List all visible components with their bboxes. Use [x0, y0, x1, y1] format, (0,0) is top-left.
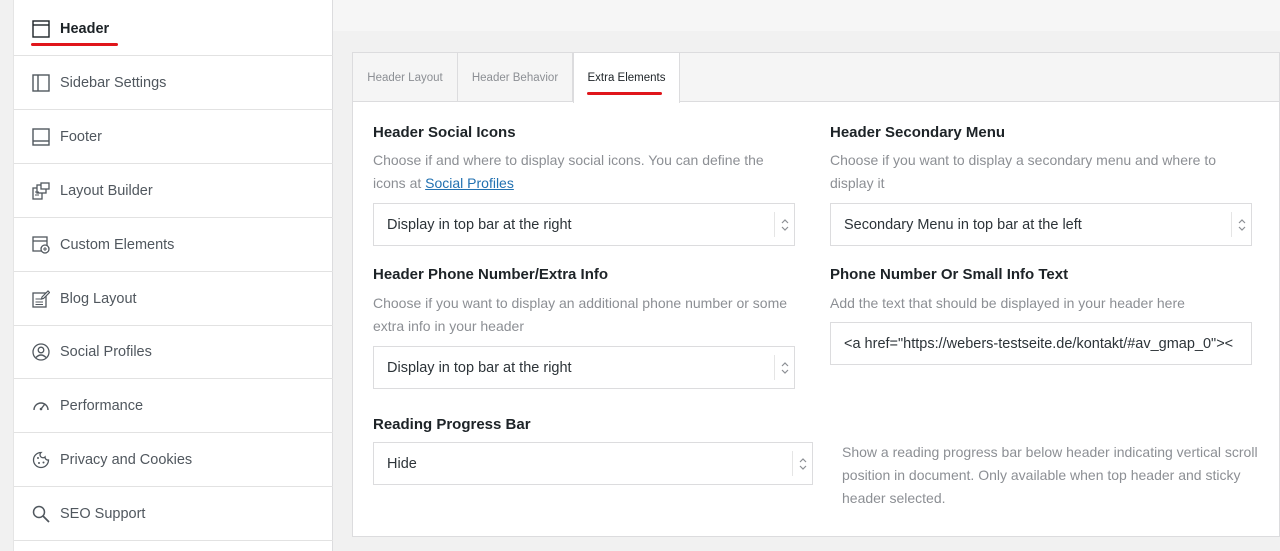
sidebar-item-sidebar-settings[interactable]: Sidebar Settings [14, 57, 333, 110]
progress-bar-description: Show a reading progress bar below header… [842, 444, 1258, 506]
custom-elements-icon [31, 235, 51, 255]
secondary-menu-select[interactable]: Secondary Menu in top bar at the left [830, 203, 1252, 246]
header-layout-icon [31, 19, 51, 39]
sidebar-item-label: Privacy and Cookies [60, 452, 193, 468]
social-icons-description: Choose if and where to display social ic… [373, 149, 793, 195]
sidebar-item-footer[interactable]: Footer [14, 111, 333, 164]
secondary-menu-description: Choose if you want to display a secondar… [830, 152, 1217, 191]
phone-info-select[interactable]: Display in top bar at the right [373, 346, 795, 389]
sidebar-item-header[interactable]: Header [14, 3, 333, 56]
settings-sidebar: Header Sidebar Settings Footer Layout Bu… [13, 0, 333, 551]
sidebar-item-label: Social Profiles [60, 344, 152, 360]
select-arrows-icon [774, 355, 794, 380]
layout-builder-icon [31, 181, 51, 201]
sidebar-item-label: Sidebar Settings [60, 75, 167, 91]
sidebar-item-social-profiles[interactable]: Social Profiles [14, 326, 333, 379]
social-profiles-link[interactable]: Social Profiles [425, 175, 514, 191]
active-item-underline [31, 43, 118, 46]
tab-label: Extra Elements [587, 72, 666, 84]
secondary-menu-title: Header Secondary Menu [830, 124, 1006, 141]
sidebar-item-label: Header [60, 21, 110, 37]
tab-header-behavior[interactable]: Header Behavior [458, 53, 573, 102]
info-text-input[interactable]: <a href="https://webers-testseite.de/kon… [830, 322, 1252, 365]
tab-bar: Header Layout Header Behavior Extra Elem… [353, 53, 1279, 103]
select-value: Display in top bar at the right [387, 216, 572, 233]
sidebar-item-privacy-cookies[interactable]: Privacy and Cookies [14, 434, 333, 487]
sidebar-item-label: Custom Elements [60, 237, 175, 253]
input-value: <a href="https://webers-testseite.de/kon… [844, 335, 1234, 352]
sidebar-item-layout-builder[interactable]: Layout Builder [14, 165, 333, 218]
phone-info-description: Choose if you want to display an additio… [373, 295, 788, 334]
phone-info-title: Header Phone Number/Extra Info [373, 266, 609, 283]
tab-label: Header Behavior [471, 71, 559, 84]
select-arrows-icon [1231, 212, 1251, 237]
sidebar-item-seo-support[interactable]: SEO Support [14, 488, 333, 541]
sidebar-item-label: Blog Layout [60, 291, 137, 307]
select-arrows-icon [774, 212, 794, 237]
search-icon [31, 504, 51, 524]
info-text-title: Phone Number Or Small Info Text [830, 266, 1069, 283]
sidebar-layout-icon [31, 73, 51, 93]
blog-edit-icon [31, 289, 51, 309]
sidebar-item-label: Performance [60, 398, 144, 414]
tab-extra-elements[interactable]: Extra Elements [573, 53, 680, 103]
cookie-icon [31, 450, 51, 470]
tab-header-layout[interactable]: Header Layout [353, 53, 458, 102]
social-profile-icon [31, 342, 51, 362]
sidebar-item-performance[interactable]: Performance [14, 380, 333, 433]
progress-bar-select[interactable]: Hide [373, 442, 813, 485]
footer-layout-icon [31, 127, 51, 147]
active-tab-underline [587, 92, 662, 95]
select-value: Hide [387, 455, 417, 472]
select-arrows-icon [792, 451, 812, 476]
social-icons-title: Header Social Icons [373, 124, 516, 141]
sidebar-item-label: Layout Builder [60, 183, 153, 199]
info-text-description: Add the text that should be displayed in… [830, 295, 1185, 311]
sidebar-item-label: SEO Support [60, 506, 146, 522]
progress-bar-title: Reading Progress Bar [373, 416, 531, 433]
tab-label: Header Layout [367, 71, 443, 84]
sidebar-item-label: Footer [60, 129, 102, 145]
select-value: Secondary Menu in top bar at the left [844, 216, 1082, 233]
sidebar-item-custom-elements[interactable]: Custom Elements [14, 219, 333, 272]
social-icons-select[interactable]: Display in top bar at the right [373, 203, 795, 246]
top-strip [333, 0, 1280, 31]
sidebar-item-blog-layout[interactable]: Blog Layout [14, 273, 333, 326]
select-value: Display in top bar at the right [387, 359, 572, 376]
speedometer-icon [31, 396, 51, 416]
